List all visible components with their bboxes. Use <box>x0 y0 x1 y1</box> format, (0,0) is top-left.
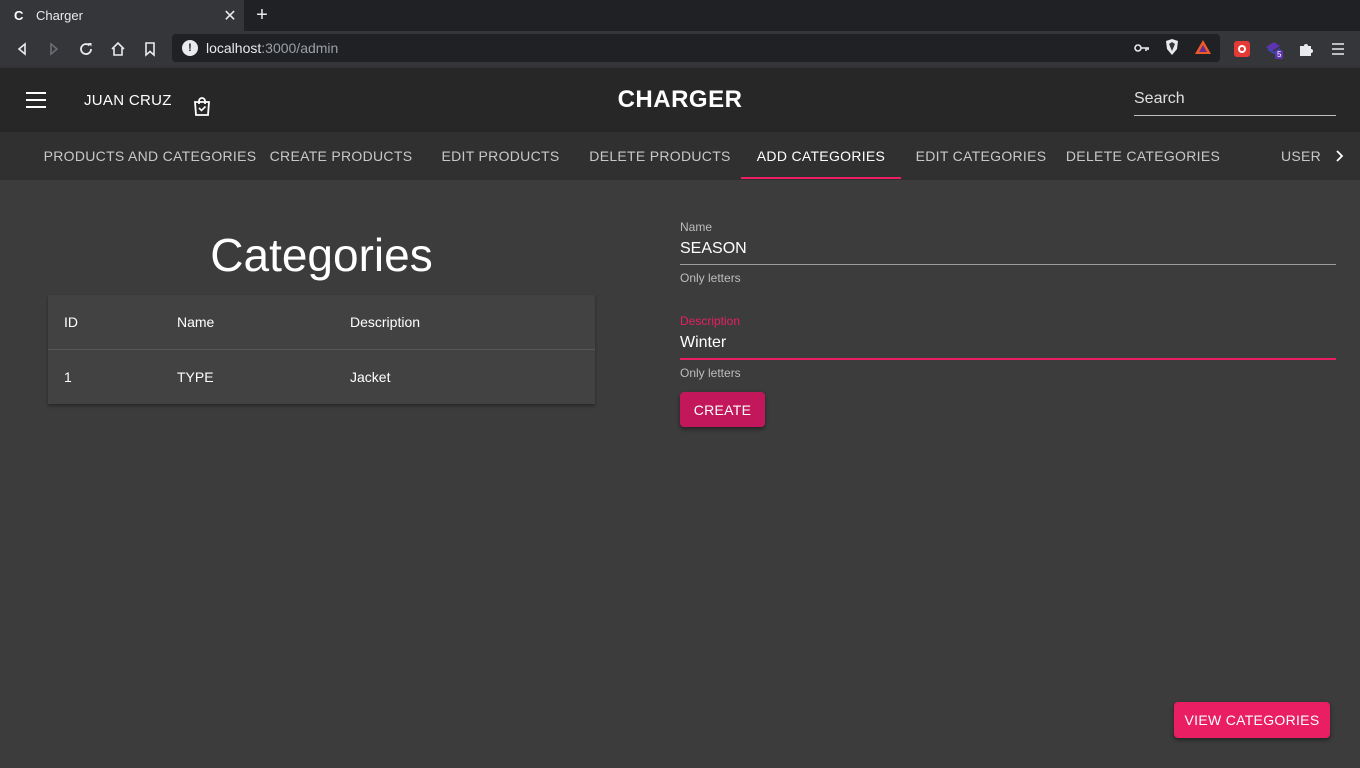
extension-badge: 5 <box>1275 50 1284 59</box>
admin-tabs: PRODUCTS AND CATEGORIES CREATE PRODUCTS … <box>0 132 1360 180</box>
column-header-description: Description <box>350 314 421 330</box>
tab-edit-categories[interactable]: EDIT CATEGORIES <box>903 132 1059 180</box>
new-tab-icon[interactable]: + <box>252 4 272 26</box>
tab-delete-categories[interactable]: DELETE CATEGORIES <box>1061 132 1225 180</box>
description-helper-text: Only letters <box>680 366 741 380</box>
tab-products-and-categories[interactable]: PRODUCTS AND CATEGORIES <box>40 132 260 180</box>
tab-favicon: C <box>14 8 24 23</box>
bookmark-icon[interactable] <box>140 39 160 59</box>
tab-close-icon[interactable]: ✕ <box>220 6 240 26</box>
browser-menu-icon[interactable] <box>1328 39 1348 59</box>
cell-id: 1 <box>64 368 72 385</box>
description-field[interactable]: Description Winter Only letters <box>680 314 1336 380</box>
description-label: Description <box>680 314 741 328</box>
brave-rewards-icon[interactable] <box>1194 39 1212 60</box>
name-label: Name <box>680 220 713 234</box>
url-text: localhost:3000/admin <box>206 40 339 56</box>
key-icon[interactable] <box>1134 41 1150 59</box>
tab-add-categories[interactable]: ADD CATEGORIES <box>741 132 901 180</box>
search-input[interactable]: Search <box>1134 86 1336 116</box>
address-bar[interactable]: ! localhost:3000/admin <box>172 34 1220 62</box>
extension-red-icon[interactable] <box>1232 39 1252 59</box>
app-header: JUAN CRUZ CHARGER Search <box>0 68 1360 132</box>
categories-title: Categories <box>210 229 433 281</box>
column-header-id: ID <box>64 314 78 330</box>
categories-table: ID Name Description 1 TYPE Jacket <box>48 295 595 404</box>
name-helper-text: Only letters <box>680 271 741 285</box>
tab-title: Charger <box>36 8 83 23</box>
cell-name: TYPE <box>177 368 214 385</box>
name-input[interactable]: SEASON <box>680 240 1336 264</box>
active-tab-indicator <box>741 177 901 179</box>
table-header-row: ID Name Description <box>48 295 595 350</box>
browser-toolbar: ! localhost:3000/admin 5 <box>0 31 1360 68</box>
brave-shield-icon[interactable] <box>1164 38 1180 61</box>
name-field[interactable]: Name SEASON Only letters <box>680 220 1336 285</box>
browser-tabstrip: C Charger ✕ + <box>0 0 1360 31</box>
create-button[interactable]: CREATE <box>680 392 765 427</box>
chevron-right-icon[interactable] <box>1328 146 1350 166</box>
forward-icon[interactable] <box>44 39 64 59</box>
tab-edit-products[interactable]: EDIT PRODUCTS <box>422 132 579 180</box>
back-icon[interactable] <box>12 39 32 59</box>
extensions-puzzle-icon[interactable] <box>1296 39 1316 59</box>
view-categories-button[interactable]: VIEW CATEGORIES <box>1174 702 1330 738</box>
site-info-icon[interactable]: ! <box>182 40 198 56</box>
name-underline <box>680 264 1336 265</box>
cell-description: Jacket <box>350 368 391 385</box>
column-header-name: Name <box>177 314 215 330</box>
tab-create-products[interactable]: CREATE PRODUCTS <box>262 132 420 180</box>
description-underline <box>680 358 1336 360</box>
tab-delete-products[interactable]: DELETE PRODUCTS <box>581 132 739 180</box>
description-input[interactable]: Winter <box>680 334 1336 358</box>
table-row: 1 TYPE Jacket <box>48 350 595 403</box>
browser-tab[interactable]: C Charger ✕ <box>0 0 244 31</box>
reload-icon[interactable] <box>76 39 96 59</box>
home-icon[interactable] <box>108 39 128 59</box>
extension-purple-icon[interactable]: 5 <box>1264 39 1284 59</box>
main-content: Categories ID Name Description 1 TYPE Ja… <box>0 180 1360 768</box>
